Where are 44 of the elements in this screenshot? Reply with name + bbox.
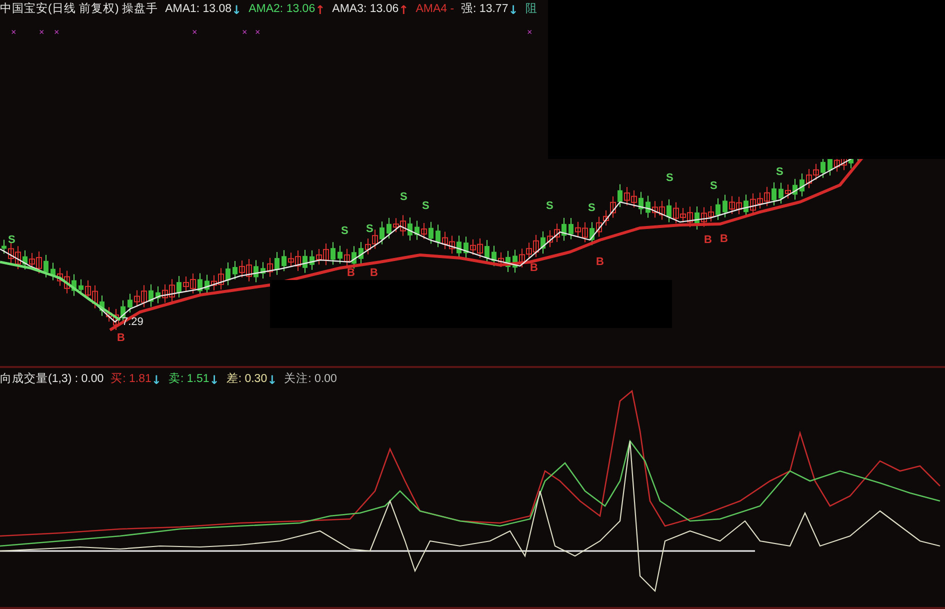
indicator-value: 买: 1.81 <box>110 372 152 388</box>
buy-signal-label: B <box>720 234 728 245</box>
indicator-value: 阻 <box>525 2 538 18</box>
trend-arrow: ↓ <box>151 374 162 386</box>
buy-signal-label: B <box>117 333 125 344</box>
sell-signal-label: S <box>546 201 554 212</box>
indicator-value: 差: 0.30 <box>226 372 268 388</box>
sell-signal-label: S <box>710 181 718 192</box>
sell-signal-label: S <box>776 167 784 178</box>
trend-arrow: ↓ <box>267 374 278 386</box>
indicator-value: 强: 13.77 <box>461 2 508 18</box>
buy-signal-label: B <box>596 257 604 268</box>
indicator-value: AMA2: 13.06 <box>248 2 316 18</box>
buy-signal-label: B <box>530 263 538 274</box>
chart-title: 中国宝安(日线 前复权) 操盘手 <box>0 1 158 18</box>
buy-signal-label: B <box>347 268 355 279</box>
sell-signal-label: S <box>341 226 348 237</box>
trend-arrow: ↑ <box>398 4 409 16</box>
indicator-value: AMA4 - <box>416 2 454 18</box>
cross-marker: × <box>242 28 248 37</box>
sell-signal-label: S <box>666 173 674 184</box>
sell-signal-label: S <box>366 224 374 235</box>
indicator-value: AMA3: 13.06 <box>332 2 399 18</box>
indicator-value: 关注: 0.00 <box>284 371 337 388</box>
trend-arrow: ↑ <box>315 4 326 16</box>
trend-arrow: ↓ <box>232 4 242 16</box>
cross-marker: × <box>39 28 44 37</box>
buy-signal-label: B <box>704 235 712 246</box>
cross-marker: × <box>255 28 260 37</box>
chart-title: 向成交量(1,3) : 0.00 <box>0 371 104 388</box>
cross-marker: × <box>54 28 60 37</box>
sell-signal-label: S <box>422 201 430 212</box>
buy-signal-label: B <box>370 268 378 279</box>
cross-marker: × <box>192 28 198 37</box>
indicator-value: 卖: 1.51 <box>168 372 210 388</box>
trend-arrow: ↓ <box>209 374 220 386</box>
low-price-label: 7.29 <box>122 317 144 328</box>
sell-signal-label: S <box>588 203 596 214</box>
cross-marker: × <box>11 28 16 37</box>
sell-signal-label: S <box>400 192 408 203</box>
sell-signal-label: S <box>8 235 16 246</box>
cross-marker: × <box>527 28 532 37</box>
trend-arrow: ↓ <box>508 4 518 16</box>
indicator-value: AMA1: 13.08 <box>165 2 232 18</box>
